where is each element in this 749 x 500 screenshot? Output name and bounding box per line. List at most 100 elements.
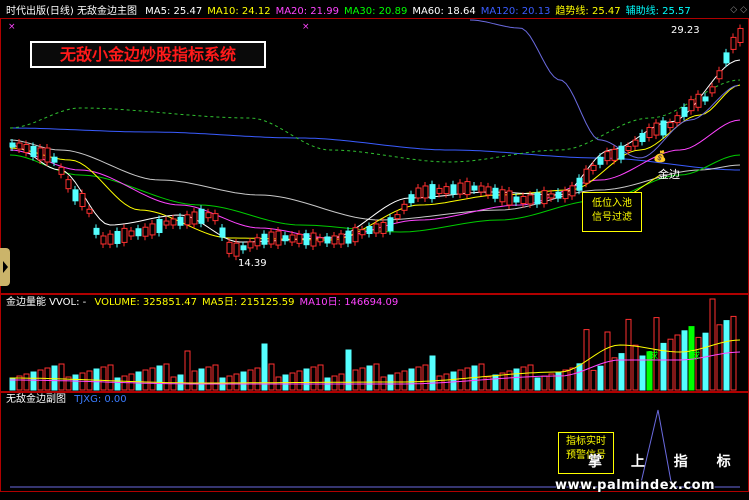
candle-body xyxy=(632,139,639,147)
volume-bar xyxy=(513,368,520,391)
volume-bar xyxy=(86,370,93,391)
candle-body xyxy=(72,189,79,202)
watermark-url: www.palmindex.com xyxy=(555,478,716,493)
volume-bar xyxy=(373,363,380,391)
volume-bar xyxy=(618,353,625,391)
volume-bar xyxy=(597,365,604,391)
expand-panel-button[interactable] xyxy=(0,248,10,286)
candle-body xyxy=(289,234,296,243)
candle-body xyxy=(170,218,177,226)
high-price-label: 29.23 xyxy=(671,25,700,36)
candle-body xyxy=(86,208,93,214)
volume-bar xyxy=(93,368,100,391)
signal-note-box: 低位入池 信号过滤 xyxy=(582,192,642,232)
candle-body xyxy=(604,151,611,162)
candle-body xyxy=(506,190,513,206)
candle-body xyxy=(639,133,646,143)
candle-body xyxy=(387,217,394,232)
volume-bar xyxy=(555,371,562,391)
candle-body xyxy=(527,194,534,205)
candle-body xyxy=(436,187,443,194)
candle-body xyxy=(226,241,233,254)
volume-bar xyxy=(401,370,408,391)
volume-bar xyxy=(107,364,114,391)
candle-body xyxy=(373,223,380,234)
candle-body xyxy=(352,227,359,243)
main-chart-title: 时代出版(日线) 无敌金边主图 xyxy=(6,6,137,17)
candle-body xyxy=(30,145,37,157)
candle-body xyxy=(597,156,604,165)
candle-body xyxy=(23,144,30,154)
candle-body xyxy=(198,208,205,224)
volume-bar xyxy=(541,375,548,391)
volume-bar xyxy=(723,320,730,391)
volume-bar xyxy=(331,375,338,391)
candle-body xyxy=(562,190,569,200)
volume-chart-title: 金边量能 VVOL: - xyxy=(6,297,87,308)
candle-body xyxy=(205,212,212,219)
candle-body xyxy=(576,177,583,191)
volume-bar xyxy=(23,373,30,391)
candle-body xyxy=(149,223,156,236)
volume-bar xyxy=(58,363,65,391)
volume-bar xyxy=(135,371,142,391)
volume-bar xyxy=(30,371,37,391)
candle-body xyxy=(464,181,471,196)
candle-body xyxy=(331,235,338,245)
candle-body xyxy=(142,226,149,237)
vol-indicator-1: MA5日: 215125.59 xyxy=(201,297,295,308)
candle-body xyxy=(667,122,674,129)
volume-bar xyxy=(569,367,576,391)
candle-body xyxy=(163,220,170,226)
vol-indicator-0: VOLUME: 325851.47 xyxy=(94,297,197,308)
volume-bar xyxy=(317,364,324,391)
chart-canvas[interactable] xyxy=(0,0,749,500)
candle-body xyxy=(296,233,303,244)
candle-body xyxy=(37,147,44,161)
candle-body xyxy=(485,186,492,196)
window-controls-icon[interactable]: ◇ ◇ xyxy=(730,5,747,15)
candle-body xyxy=(338,233,345,245)
marker-x-icon: × xyxy=(8,22,16,32)
candle-body xyxy=(688,99,695,112)
volume-bar xyxy=(191,370,198,391)
candle-body xyxy=(380,221,387,234)
candle-body xyxy=(359,229,366,236)
candle-body xyxy=(100,235,107,245)
volume-bar xyxy=(590,369,597,391)
volume-bar xyxy=(611,357,618,391)
candle-body xyxy=(247,241,254,249)
candle-body xyxy=(177,216,184,226)
candle-body xyxy=(408,194,415,204)
volume-bar xyxy=(163,363,170,391)
volume-tag-label: 球 xyxy=(648,351,658,362)
candle-body xyxy=(646,127,653,139)
low-entry-label: 低位入池 xyxy=(592,198,632,209)
candle-body xyxy=(618,145,625,160)
candle-body xyxy=(44,147,51,163)
gold-edge-label: 金边 xyxy=(658,168,680,181)
volume-chart-header: 金边量能 VVOL: - VOLUME: 325851.47 MA5日: 2151… xyxy=(6,297,403,309)
candle-body xyxy=(443,186,450,195)
volume-bar xyxy=(289,372,296,391)
ma-indicator-4: MA60: 18.64 xyxy=(412,6,476,17)
sub-chart-header: 无敌金边副图 TJXG: 0.00 xyxy=(6,394,132,406)
alert-line1-label: 指标实时 xyxy=(566,436,606,447)
candle-body xyxy=(611,148,618,161)
volume-bar xyxy=(625,318,632,391)
candle-body xyxy=(324,236,331,244)
candle-body xyxy=(268,231,275,245)
volume-bar xyxy=(212,364,219,391)
volume-bar xyxy=(198,368,205,391)
volume-bar xyxy=(681,330,688,391)
candle-body xyxy=(513,196,520,203)
trend-signal-line xyxy=(469,19,739,159)
volume-bar xyxy=(674,334,681,391)
ma-indicator-1: MA10: 24.12 xyxy=(207,6,271,17)
candle-body xyxy=(345,230,352,244)
chart-window: 时代出版(日线) 无敌金边主图 MA5: 25.47 MA10: 24.12 MA2… xyxy=(0,0,749,500)
ma-indicator-5: MA120: 20.13 xyxy=(480,6,551,17)
candle-body xyxy=(275,230,282,246)
volume-bar xyxy=(310,366,317,391)
candle-body xyxy=(394,214,401,220)
